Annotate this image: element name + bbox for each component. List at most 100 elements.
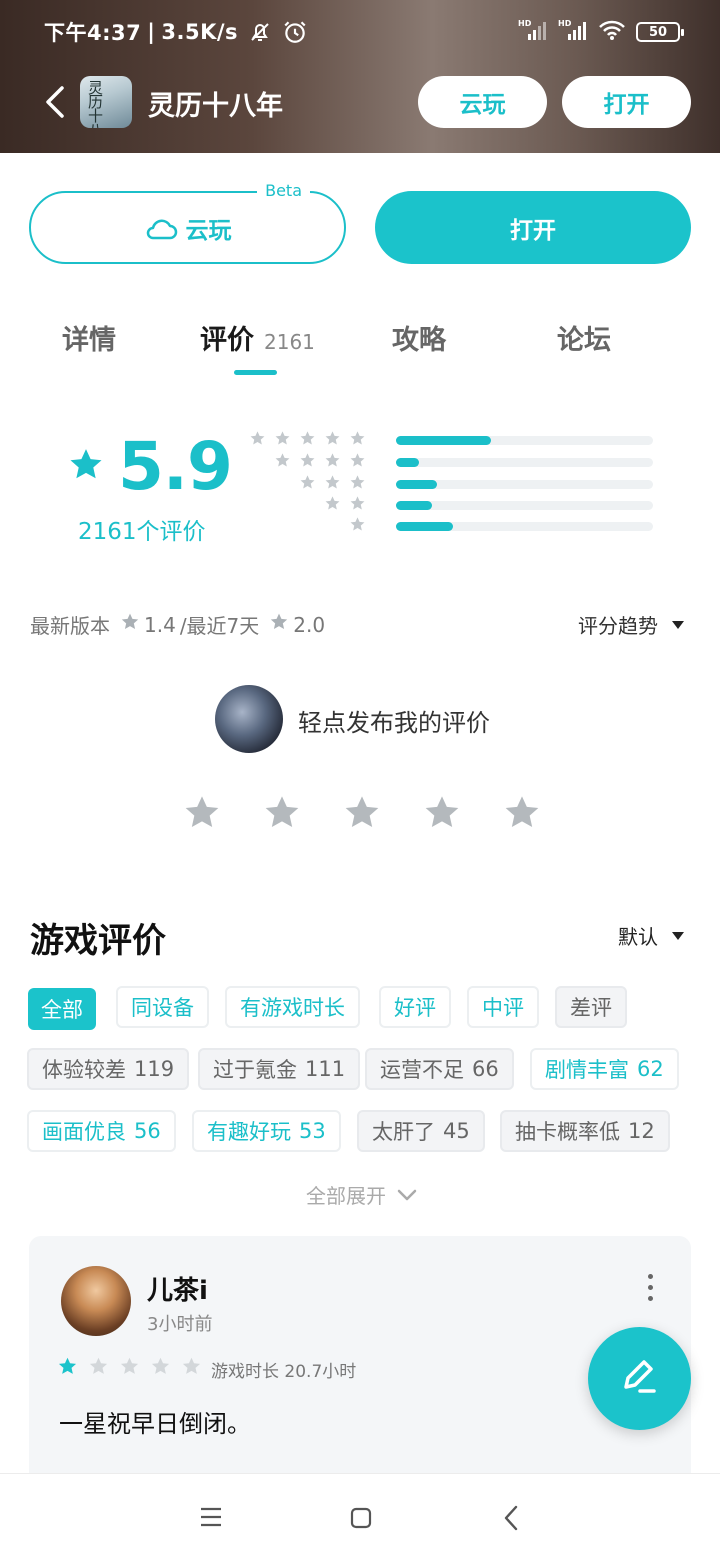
tag-chip[interactable]: 剧情丰富 62 — [530, 1048, 679, 1090]
tag-chip-label: 抽卡概率低 — [515, 1120, 620, 1144]
tag-chip[interactable]: 过于氪金 111 — [198, 1048, 361, 1090]
tag-chip[interactable]: 太肝了 45 — [357, 1110, 485, 1152]
tag-chip-count: 12 — [628, 1119, 655, 1143]
header-cloud-play-button[interactable]: 云玩 — [418, 76, 547, 128]
distribution-row — [262, 452, 662, 469]
sort-dropdown[interactable]: 默认 — [618, 921, 684, 950]
status-bar: 下午4:37 | 3.5K/s HD HD 50 — [44, 16, 684, 48]
latest-version-score: 1.4 — [144, 612, 176, 637]
app-icon: 灵历十八年 — [80, 76, 132, 128]
filter-chip[interactable]: 有游戏时长 — [225, 986, 360, 1028]
home-icon[interactable] — [349, 1506, 373, 1534]
distribution-track — [396, 458, 653, 467]
version-rating: 最新版本 1.4 /最近7天 2.0 — [30, 610, 325, 639]
post-review-hint[interactable]: 轻点发布我的评价 — [298, 703, 490, 738]
filter-chip[interactable]: 差评 — [555, 986, 627, 1028]
star-icon — [349, 474, 366, 491]
distribution-row — [262, 495, 662, 512]
status-separator: | — [147, 20, 156, 44]
star-icon — [324, 474, 341, 491]
tab-active-indicator — [234, 370, 277, 375]
rate-star-icon[interactable] — [342, 793, 382, 837]
more-options-icon[interactable] — [648, 1274, 653, 1301]
beta-badge: Beta — [257, 181, 310, 200]
tag-chip-label: 太肝了 — [372, 1120, 435, 1144]
rate-star-icon[interactable] — [262, 793, 302, 837]
tag-chip-label: 剧情丰富 — [545, 1058, 629, 1082]
write-review-button[interactable] — [588, 1327, 691, 1430]
tab-details-label: 详情 — [62, 325, 116, 356]
my-avatar — [215, 685, 283, 753]
header-open-button[interactable]: 打开 — [562, 76, 691, 128]
alarm-icon — [282, 19, 308, 45]
tab-forum[interactable]: 论坛 — [557, 318, 611, 357]
latest-version-label: 最新版本 — [30, 614, 110, 638]
star-icon — [324, 452, 341, 469]
tag-chip-count: 53 — [299, 1119, 326, 1143]
average-score: 5.9 — [118, 428, 233, 505]
distribution-track — [396, 501, 653, 510]
top-nav: 灵历十八年 灵历十八年 云玩 打开 — [0, 74, 720, 130]
star-icon — [299, 474, 316, 491]
tab-guides[interactable]: 攻略 — [392, 318, 446, 357]
system-nav-bar — [0, 1473, 720, 1560]
star-icon — [119, 1356, 140, 1377]
signal-hd-icon: HD — [558, 18, 588, 46]
user-avatar[interactable] — [61, 1266, 131, 1336]
rate-star-icon[interactable] — [502, 793, 542, 837]
tag-chip-label: 有趣好玩 — [207, 1120, 291, 1144]
username[interactable]: 儿茶i — [147, 1270, 208, 1307]
review-time: 3小时前 — [147, 1314, 213, 1335]
star-icon — [150, 1356, 171, 1377]
svg-text:HD: HD — [518, 19, 532, 28]
rate-star-icon[interactable] — [422, 793, 462, 837]
rating-trend-dropdown[interactable]: 评分趋势 — [578, 610, 684, 639]
tab-guides-label: 攻略 — [392, 325, 446, 356]
distribution-track — [396, 480, 653, 489]
filter-chip[interactable]: 好评 — [379, 986, 451, 1028]
distribution-stars — [274, 452, 384, 469]
rate-stars — [182, 793, 542, 837]
tab-reviews[interactable]: 评价 2161 — [200, 318, 315, 357]
tag-chip[interactable]: 体验较差 119 — [27, 1048, 190, 1090]
open-game-button[interactable]: 打开 — [375, 191, 691, 264]
signal-hd-icon: HD — [518, 18, 548, 46]
tab-details[interactable]: 详情 — [62, 318, 116, 357]
star-icon — [120, 612, 140, 637]
app-icon-text: 灵历十八年 — [88, 79, 104, 129]
cloud-play-label: 云玩 — [185, 217, 232, 244]
distribution-row — [262, 517, 662, 533]
tag-chip[interactable]: 有趣好玩 53 — [192, 1110, 341, 1152]
back-icon[interactable] — [501, 1504, 521, 1536]
cloud-play-button[interactable]: Beta 云玩 — [29, 181, 346, 264]
tag-chip-label: 运营不足 — [380, 1058, 464, 1082]
star-icon — [349, 452, 366, 469]
filter-chip[interactable]: 同设备 — [116, 986, 209, 1028]
network-speed: 3.5K/s — [161, 20, 239, 44]
app-title: 灵历十八年 — [148, 91, 283, 122]
rate-star-icon[interactable] — [182, 793, 222, 837]
tag-chip[interactable]: 运营不足 66 — [365, 1048, 514, 1090]
caret-down-icon — [672, 931, 684, 940]
app-header: 下午4:37 | 3.5K/s HD HD 50 灵历十八年 — [0, 0, 720, 153]
sort-label: 默认 — [618, 925, 658, 949]
tag-chip-label: 过于氪金 — [213, 1058, 297, 1082]
tag-chip-label: 画面优良 — [42, 1120, 126, 1144]
tag-chip[interactable]: 抽卡概率低 12 — [500, 1110, 670, 1152]
distribution-stars — [324, 495, 384, 512]
filter-chip[interactable]: 全部 — [28, 988, 96, 1030]
expand-all-button[interactable]: 全部展开 — [306, 1180, 418, 1209]
tag-chip[interactable]: 画面优良 56 — [27, 1110, 176, 1152]
filter-chip[interactable]: 中评 — [467, 986, 539, 1028]
star-icon — [269, 612, 289, 637]
menu-icon[interactable] — [198, 1506, 224, 1532]
distribution-stars — [249, 430, 384, 447]
distribution-bar — [396, 458, 420, 467]
star-icon — [299, 452, 316, 469]
distribution-bar — [396, 480, 438, 489]
tag-chip-count: 62 — [637, 1057, 664, 1081]
tag-chip-count: 119 — [134, 1057, 175, 1081]
review-comment: 一星祝早日倒闭。 — [59, 1410, 251, 1438]
back-arrow-icon[interactable] — [40, 84, 70, 120]
tag-chip-count: 45 — [443, 1119, 470, 1143]
